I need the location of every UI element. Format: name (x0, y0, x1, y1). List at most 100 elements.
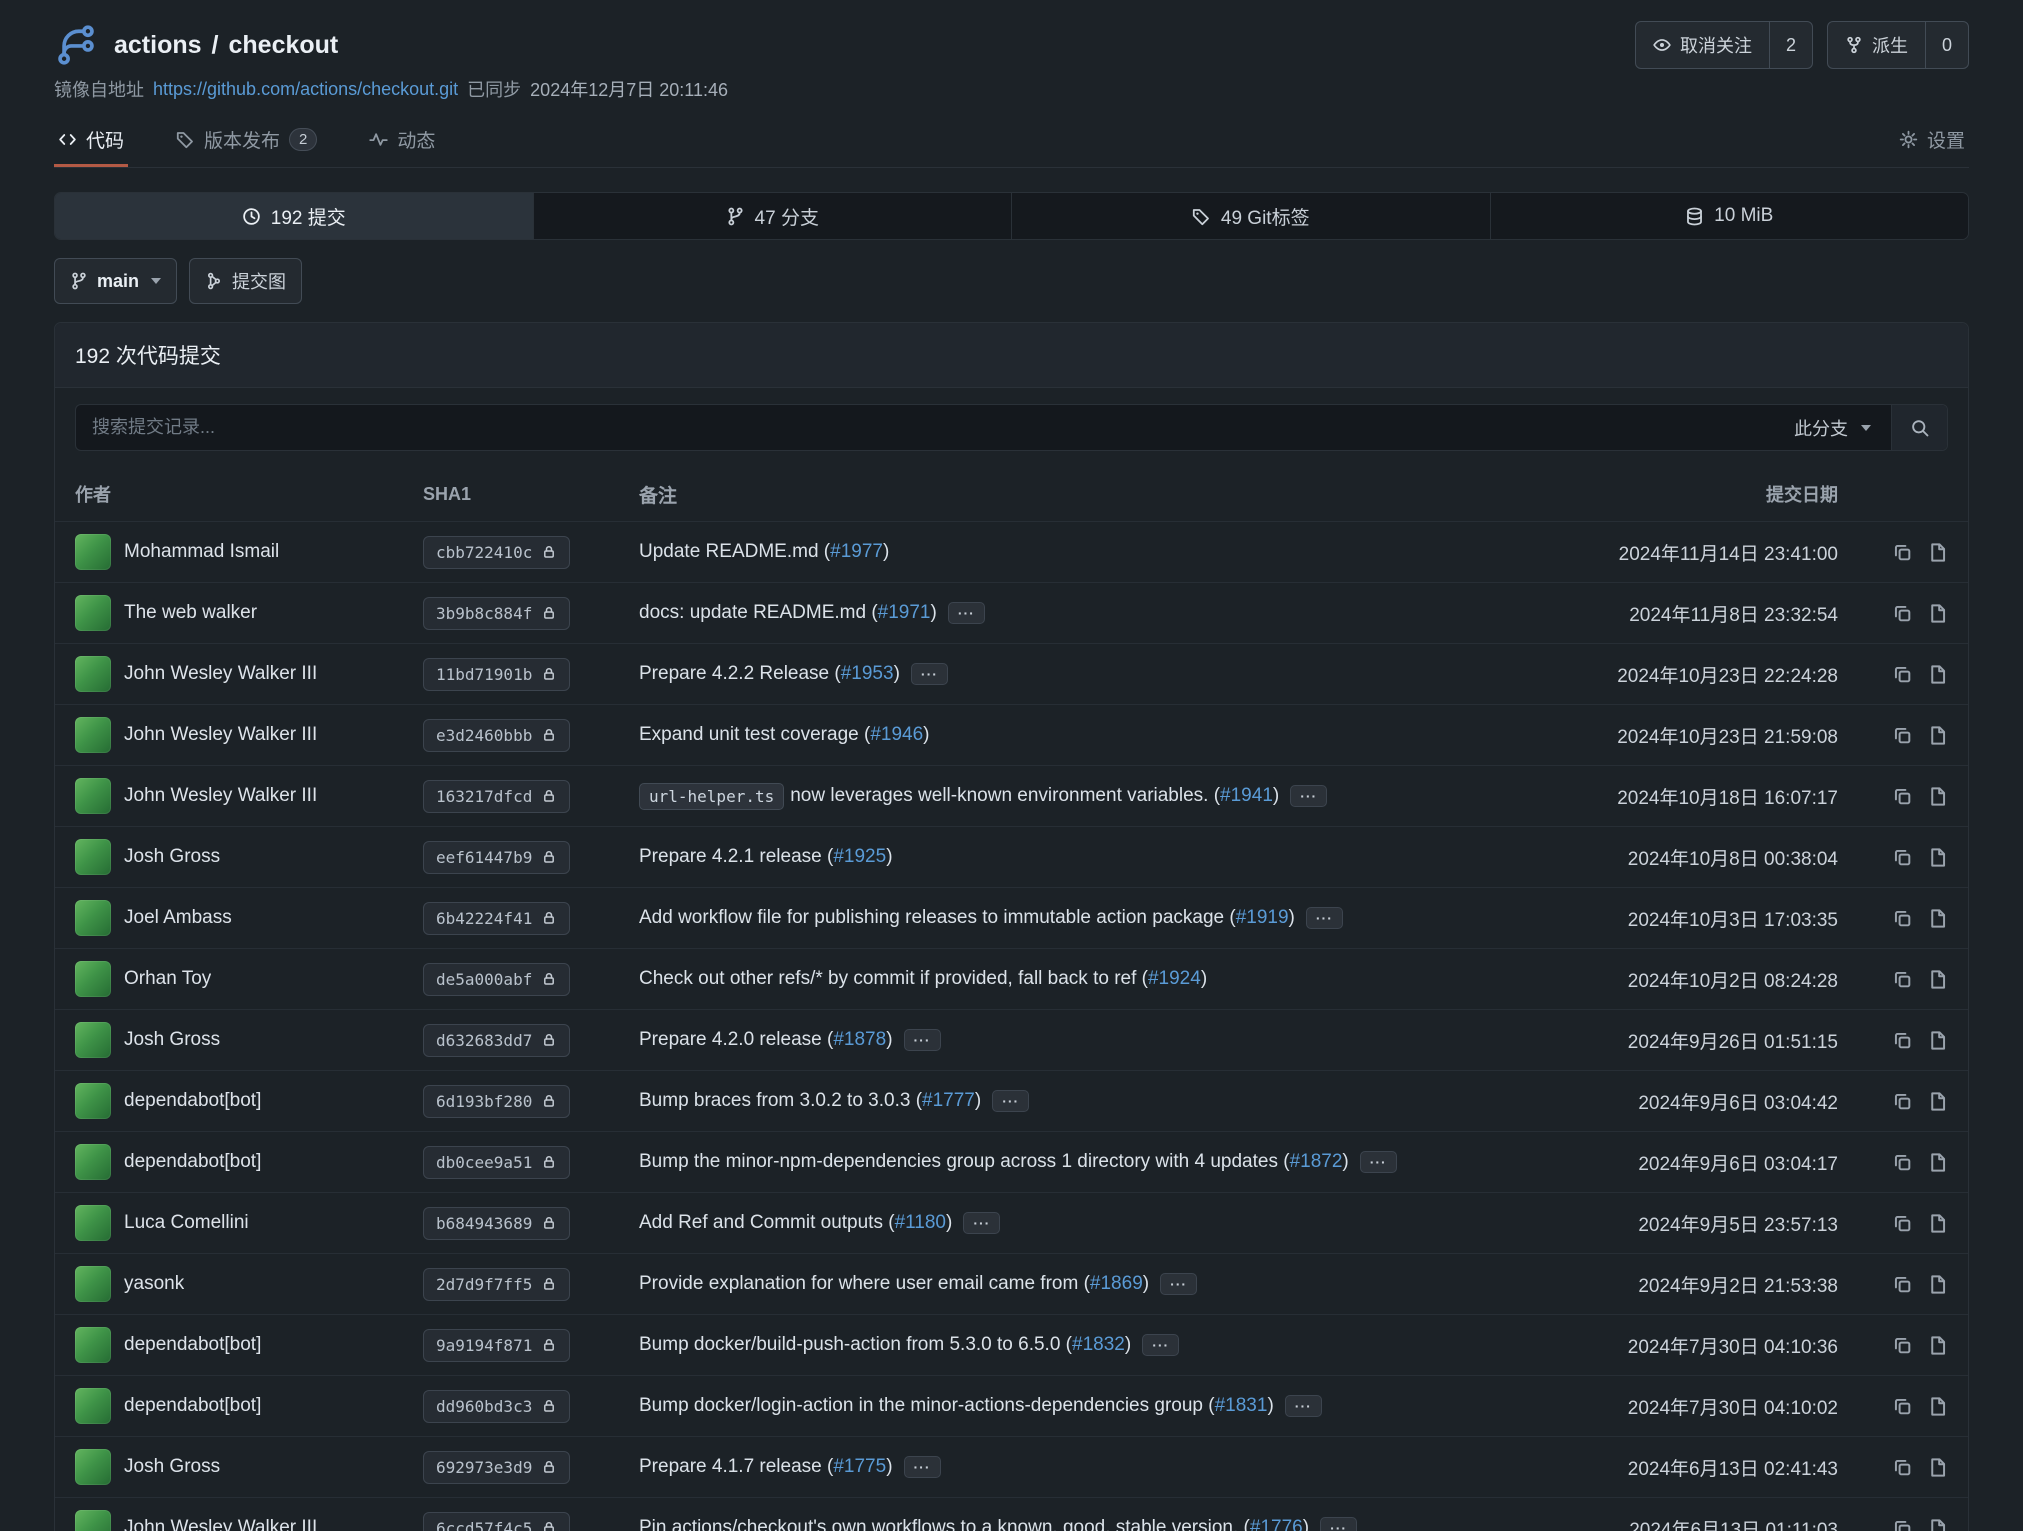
copy-sha-button[interactable] (1892, 1091, 1913, 1112)
copy-sha-button[interactable] (1892, 1457, 1913, 1478)
expand-message-button[interactable]: ··· (1320, 1517, 1357, 1531)
pr-link[interactable]: #1776 (1250, 1517, 1303, 1531)
avatar[interactable] (75, 1022, 111, 1058)
branch-filter-select[interactable]: 此分支 (1774, 405, 1891, 450)
pr-link[interactable]: #1977 (830, 541, 883, 563)
expand-message-button[interactable]: ··· (1142, 1334, 1179, 1357)
pr-link[interactable]: #1878 (833, 1029, 886, 1051)
browse-source-button[interactable] (1927, 542, 1948, 563)
avatar[interactable] (75, 595, 111, 631)
stat-branches[interactable]: 47 分支 (534, 193, 1013, 239)
commit-author-name[interactable]: dependabot[bot] (124, 1334, 261, 1356)
forgejo-logo-icon[interactable] (54, 23, 98, 67)
copy-sha-button[interactable] (1892, 1396, 1913, 1417)
repo-owner-link[interactable]: actions (114, 31, 202, 60)
pr-link[interactable]: #1925 (833, 846, 886, 868)
commit-author-name[interactable]: Josh Gross (124, 846, 220, 868)
commit-author-name[interactable]: Luca Comellini (124, 1212, 249, 1234)
commit-author-name[interactable]: dependabot[bot] (124, 1395, 261, 1417)
commit-author-name[interactable]: John Wesley Walker III (124, 1517, 317, 1531)
pr-link[interactable]: #1775 (833, 1456, 886, 1478)
commit-sha-badge[interactable]: 6d193bf280 (423, 1085, 570, 1118)
pr-link[interactable]: #1832 (1072, 1334, 1125, 1356)
avatar[interactable] (75, 778, 111, 814)
browse-source-button[interactable] (1927, 1091, 1948, 1112)
commit-sha-badge[interactable]: 692973e3d9 (423, 1451, 570, 1484)
pr-link[interactable]: #1971 (878, 602, 931, 624)
copy-sha-button[interactable] (1892, 1518, 1913, 1531)
commit-author-name[interactable]: The web walker (124, 602, 257, 624)
repo-name-link[interactable]: checkout (228, 31, 338, 60)
expand-message-button[interactable]: ··· (963, 1212, 1000, 1235)
copy-sha-button[interactable] (1892, 1152, 1913, 1173)
copy-sha-button[interactable] (1892, 664, 1913, 685)
avatar[interactable] (75, 1510, 111, 1531)
avatar[interactable] (75, 1083, 111, 1119)
copy-sha-button[interactable] (1892, 969, 1913, 990)
browse-source-button[interactable] (1927, 908, 1948, 929)
expand-message-button[interactable]: ··· (992, 1090, 1029, 1113)
copy-sha-button[interactable] (1892, 847, 1913, 868)
commit-author-name[interactable]: dependabot[bot] (124, 1151, 261, 1173)
commit-sha-badge[interactable]: 6b42224f41 (423, 902, 570, 935)
stat-commits[interactable]: 192 提交 (55, 193, 534, 239)
fork-button[interactable]: 派生 (1828, 22, 1925, 68)
commit-sha-badge[interactable]: db0cee9a51 (423, 1146, 570, 1179)
expand-message-button[interactable]: ··· (1360, 1151, 1397, 1174)
pr-link[interactable]: #1924 (1148, 968, 1201, 990)
browse-source-button[interactable] (1927, 664, 1948, 685)
copy-sha-button[interactable] (1892, 603, 1913, 624)
commit-author-name[interactable]: Joel Ambass (124, 907, 232, 929)
copy-sha-button[interactable] (1892, 725, 1913, 746)
copy-sha-button[interactable] (1892, 1030, 1913, 1051)
commit-sha-badge[interactable]: d632683dd7 (423, 1024, 570, 1057)
copy-sha-button[interactable] (1892, 908, 1913, 929)
copy-sha-button[interactable] (1892, 1335, 1913, 1356)
commit-sha-badge[interactable]: 3b9b8c884f (423, 597, 570, 630)
avatar[interactable] (75, 717, 111, 753)
browse-source-button[interactable] (1927, 1152, 1948, 1173)
copy-sha-button[interactable] (1892, 1213, 1913, 1234)
browse-source-button[interactable] (1927, 847, 1948, 868)
browse-source-button[interactable] (1927, 786, 1948, 807)
commit-sha-badge[interactable]: e3d2460bbb (423, 719, 570, 752)
avatar[interactable] (75, 1266, 111, 1302)
commit-author-name[interactable]: dependabot[bot] (124, 1090, 261, 1112)
browse-source-button[interactable] (1927, 1518, 1948, 1531)
commit-author-name[interactable]: Mohammad Ismail (124, 541, 279, 563)
expand-message-button[interactable]: ··· (904, 1456, 941, 1479)
browse-source-button[interactable] (1927, 1274, 1948, 1295)
browse-source-button[interactable] (1927, 1396, 1948, 1417)
browse-source-button[interactable] (1927, 969, 1948, 990)
avatar[interactable] (75, 961, 111, 997)
pr-link[interactable]: #1180 (895, 1212, 946, 1234)
stat-size[interactable]: 10 MiB (1491, 193, 1969, 239)
commit-sha-badge[interactable]: 11bd71901b (423, 658, 570, 691)
tab-code[interactable]: 代码 (54, 114, 128, 167)
expand-message-button[interactable]: ··· (904, 1029, 941, 1052)
avatar[interactable] (75, 1205, 111, 1241)
commit-sha-badge[interactable]: eef61447b9 (423, 841, 570, 874)
commit-author-name[interactable]: Orhan Toy (124, 968, 211, 990)
pr-link[interactable]: #1953 (841, 663, 894, 685)
expand-message-button[interactable]: ··· (1306, 907, 1343, 930)
commit-author-name[interactable]: Josh Gross (124, 1456, 220, 1478)
pr-link[interactable]: #1941 (1220, 785, 1273, 807)
avatar[interactable] (75, 839, 111, 875)
copy-sha-button[interactable] (1892, 786, 1913, 807)
stat-tags[interactable]: 49 Git标签 (1012, 193, 1491, 239)
commit-sha-badge[interactable]: b684943689 (423, 1207, 570, 1240)
commit-author-name[interactable]: yasonk (124, 1273, 184, 1295)
commit-sha-badge[interactable]: 2d7d9f7ff5 (423, 1268, 570, 1301)
browse-source-button[interactable] (1927, 725, 1948, 746)
search-button[interactable] (1891, 405, 1947, 450)
pr-link[interactable]: #1831 (1215, 1395, 1268, 1417)
commit-sha-badge[interactable]: 6ccd57f4c5 (423, 1512, 570, 1531)
browse-source-button[interactable] (1927, 1030, 1948, 1051)
browse-source-button[interactable] (1927, 1213, 1948, 1234)
branch-selector[interactable]: main (54, 258, 177, 304)
browse-source-button[interactable] (1927, 1335, 1948, 1356)
fork-count[interactable]: 0 (1925, 22, 1968, 68)
unwatch-button[interactable]: 取消关注 (1636, 22, 1769, 68)
pr-link[interactable]: #1919 (1236, 907, 1289, 929)
